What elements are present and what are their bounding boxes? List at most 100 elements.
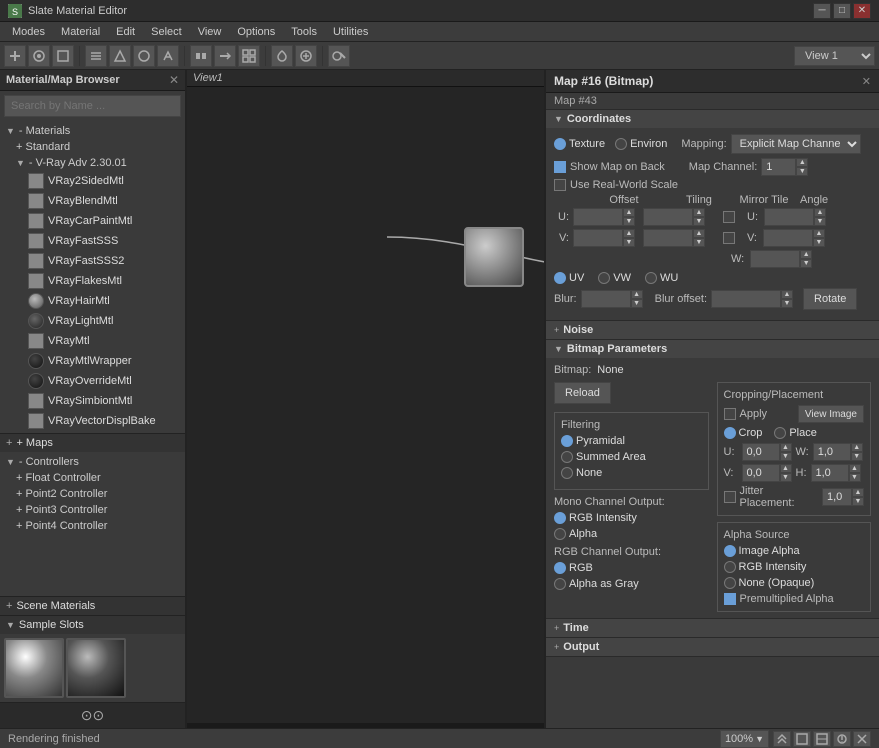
vw-radio[interactable] <box>598 272 610 284</box>
menu-options[interactable]: Options <box>229 24 283 40</box>
sample-slot-2[interactable] <box>66 638 126 698</box>
rgb-intensity-alpha-radio[interactable] <box>724 561 736 573</box>
blur-down[interactable]: ▼ <box>631 299 643 308</box>
search-input[interactable] <box>4 95 181 117</box>
map-channel-up[interactable]: ▲ <box>796 158 808 167</box>
list-item[interactable]: VRay2SidedMtl <box>24 171 181 191</box>
crop-u-up[interactable]: ▲ <box>780 443 792 452</box>
none-opaque-radio[interactable] <box>724 577 736 589</box>
bitmap-params-header[interactable]: ▼ Bitmap Parameters <box>546 340 879 358</box>
close-button[interactable]: ✕ <box>853 3 871 19</box>
viewport-canvas[interactable] <box>187 87 544 723</box>
mirror-u-checkbox[interactable] <box>723 211 735 223</box>
panel-close-button[interactable]: ✕ <box>169 73 179 87</box>
toolbar-btn-7[interactable] <box>157 45 179 67</box>
angle-u-down[interactable]: ▼ <box>814 217 826 226</box>
place-radio[interactable] <box>774 427 786 439</box>
list-item[interactable]: VRayFastSSS2 <box>24 251 181 271</box>
crop-h-input[interactable] <box>811 464 849 482</box>
float-controller[interactable]: + Float Controller <box>14 470 181 486</box>
offset-u-input[interactable]: 0,0 <box>573 208 623 226</box>
tiling-v-down[interactable]: ▼ <box>693 238 705 247</box>
toolbar-btn-11[interactable] <box>271 45 293 67</box>
blur-up[interactable]: ▲ <box>631 290 643 299</box>
uv-radio[interactable] <box>554 272 566 284</box>
point4-controller[interactable]: + Point4 Controller <box>14 518 181 534</box>
noise-header[interactable]: + Noise <box>546 321 879 339</box>
jitter-checkbox[interactable] <box>724 491 736 503</box>
standard-header[interactable]: + Standard <box>14 139 181 155</box>
show-map-back-checkbox[interactable] <box>554 161 566 173</box>
crop-radio[interactable] <box>724 427 736 439</box>
crop-w-input[interactable] <box>813 443 851 461</box>
toolbar-btn-1[interactable] <box>4 45 26 67</box>
sample-slots-toggle[interactable]: ▼ Sample Slots <box>0 615 185 634</box>
toolbar-btn-9[interactable] <box>214 45 236 67</box>
real-world-scale-checkbox[interactable] <box>554 179 566 191</box>
menu-edit[interactable]: Edit <box>108 24 143 40</box>
rgb-radio[interactable] <box>554 562 566 574</box>
maps-toggle[interactable]: + + Maps <box>0 433 185 452</box>
toolbar-btn-5[interactable] <box>109 45 131 67</box>
sample-slot-1[interactable] <box>4 638 64 698</box>
binoculars-icon[interactable]: ⊙⊙ <box>81 707 104 724</box>
reload-button[interactable]: Reload <box>554 382 611 404</box>
pyramidal-radio[interactable] <box>561 435 573 447</box>
list-item[interactable]: VRayOverrideMtl <box>24 371 181 391</box>
status-btn-1[interactable] <box>773 731 791 747</box>
menu-utilities[interactable]: Utilities <box>325 24 376 40</box>
status-btn-5[interactable] <box>853 731 871 747</box>
toolbar-btn-10[interactable] <box>238 45 260 67</box>
offset-v-down[interactable]: ▼ <box>623 238 635 247</box>
alpha-gray-radio[interactable] <box>554 578 566 590</box>
list-item[interactable]: VRayHairMtl <box>24 291 181 311</box>
map-channel-spinner[interactable]: ▲ ▼ <box>761 158 808 176</box>
crop-h-down[interactable]: ▼ <box>849 473 861 482</box>
zoom-control[interactable]: 100% ▼ <box>720 730 769 748</box>
minimize-button[interactable]: ─ <box>813 3 831 19</box>
menu-select[interactable]: Select <box>143 24 190 40</box>
crop-v-up[interactable]: ▲ <box>780 464 792 473</box>
menu-material[interactable]: Material <box>53 24 108 40</box>
jitter-up[interactable]: ▲ <box>852 488 864 497</box>
angle-v-input[interactable]: 0,0 <box>763 229 813 247</box>
coordinates-header[interactable]: ▼ Coordinates <box>546 110 879 128</box>
mapping-dropdown[interactable]: Explicit Map Channel <box>731 134 861 154</box>
crop-w-down[interactable]: ▼ <box>851 452 863 461</box>
right-panel-close-button[interactable]: ✕ <box>862 75 871 88</box>
premult-checkbox[interactable] <box>724 593 736 605</box>
texture-radio[interactable] <box>554 138 566 150</box>
toolbar-btn-4[interactable] <box>85 45 107 67</box>
angle-u-up[interactable]: ▲ <box>814 208 826 217</box>
offset-v-up[interactable]: ▲ <box>623 229 635 238</box>
toolbar-btn-6[interactable] <box>133 45 155 67</box>
view-image-button[interactable]: View Image <box>798 405 864 423</box>
status-btn-4[interactable] <box>833 731 851 747</box>
blur-offset-down[interactable]: ▼ <box>781 299 793 308</box>
list-item[interactable]: VRayMtl <box>24 331 181 351</box>
point2-controller[interactable]: + Point2 Controller <box>14 486 181 502</box>
blur-offset-up[interactable]: ▲ <box>781 290 793 299</box>
list-item[interactable]: VRayFlakesMtl <box>24 271 181 291</box>
toolbar-btn-8[interactable] <box>190 45 212 67</box>
list-item[interactable]: VRayFastSSS <box>24 231 181 251</box>
jitter-down[interactable]: ▼ <box>852 497 864 506</box>
environ-radio[interactable] <box>615 138 627 150</box>
view-dropdown[interactable]: View 1 <box>794 46 875 66</box>
image-alpha-radio[interactable] <box>724 545 736 557</box>
blur-input[interactable]: 1,0 <box>581 290 631 308</box>
toolbar-btn-3[interactable] <box>52 45 74 67</box>
toolbar-btn-2[interactable] <box>28 45 50 67</box>
materials-header[interactable]: ▼ - Materials <box>4 123 181 139</box>
material-node[interactable] <box>464 227 524 287</box>
maximize-button[interactable]: □ <box>833 3 851 19</box>
menu-view[interactable]: View <box>190 24 230 40</box>
rgb-intensity-radio[interactable] <box>554 512 566 524</box>
menu-modes[interactable]: Modes <box>4 24 53 40</box>
list-item[interactable]: VRayMtlWrapper <box>24 351 181 371</box>
list-item[interactable]: VRayCarPaintMtl <box>24 211 181 231</box>
list-item[interactable]: VRayVectorDisplBake <box>24 411 181 431</box>
list-item[interactable]: VRaySimbiontMtl <box>24 391 181 411</box>
mirror-v-checkbox[interactable] <box>723 232 735 244</box>
crop-u-input[interactable] <box>742 443 780 461</box>
